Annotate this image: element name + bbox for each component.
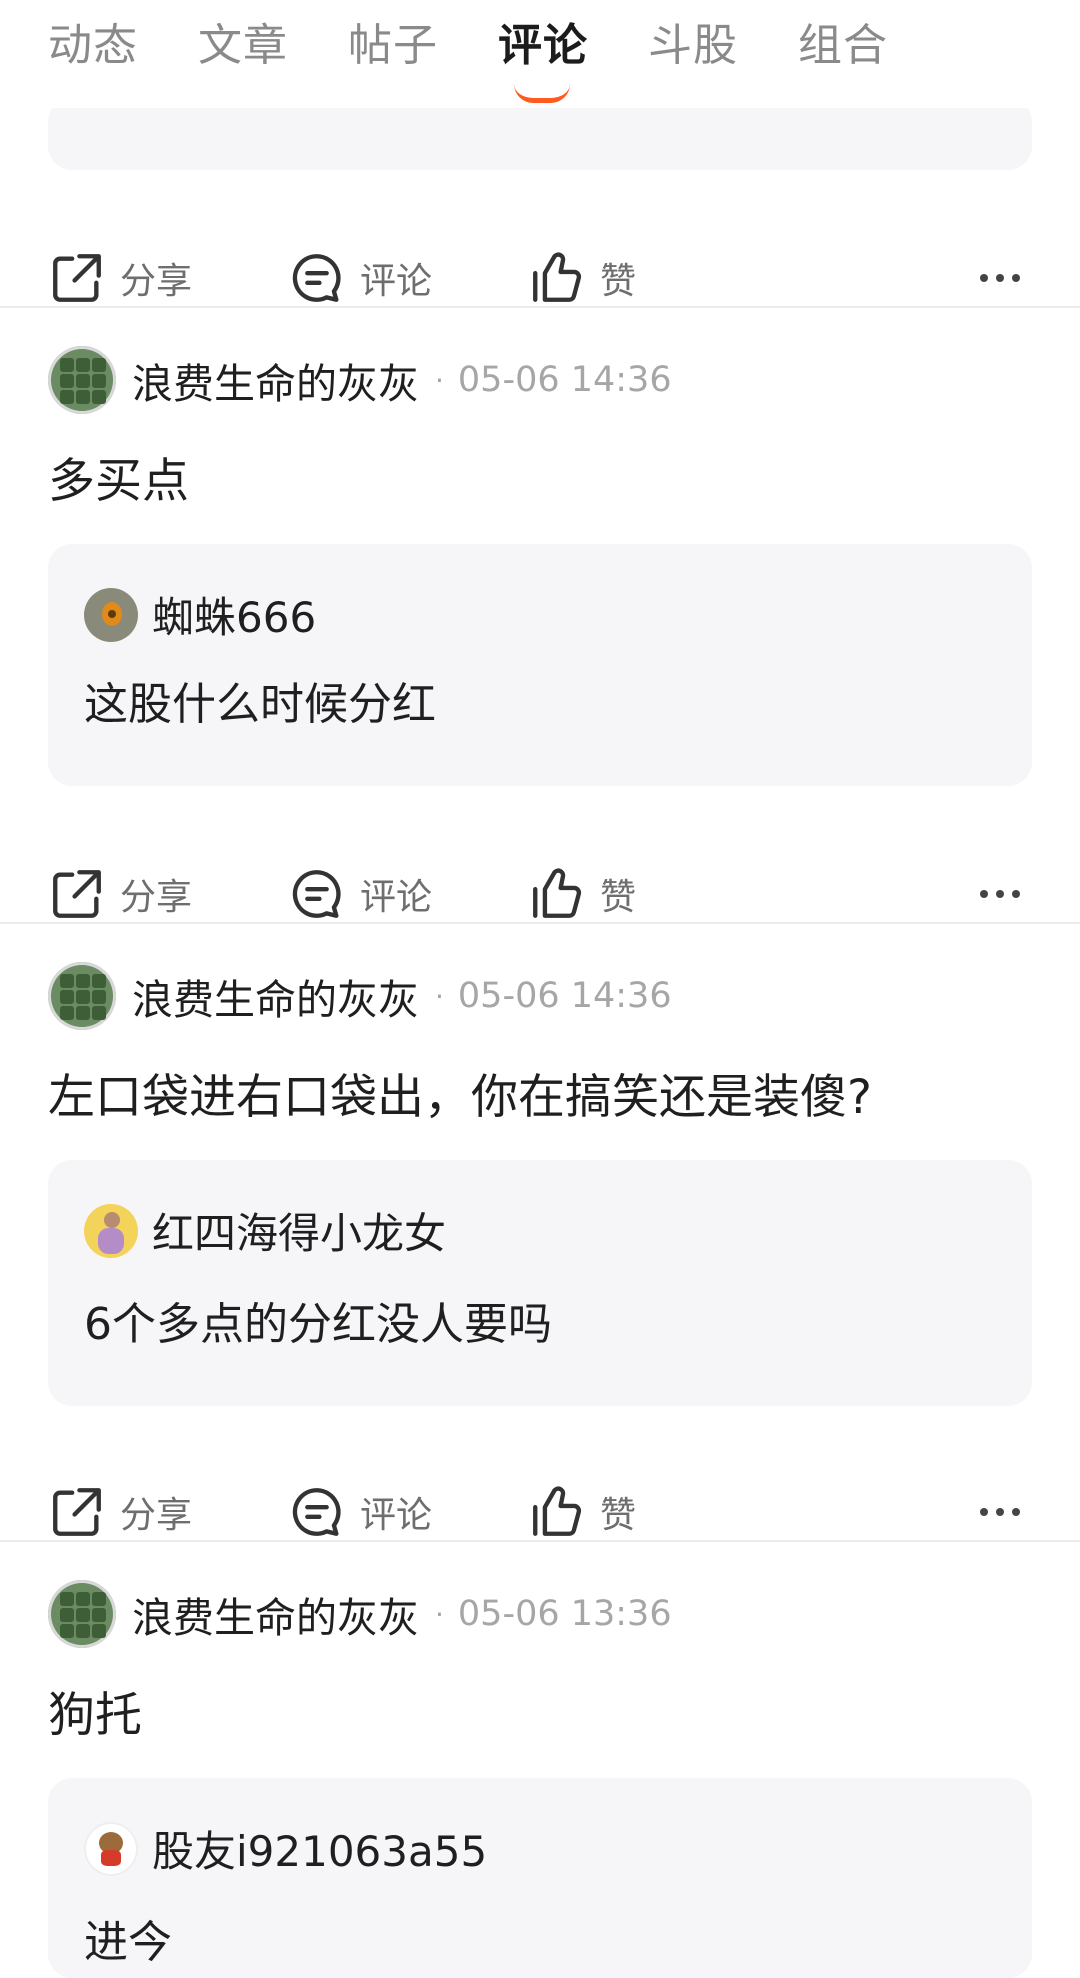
thumbs-up-icon xyxy=(533,868,582,918)
separator: · xyxy=(435,979,444,1013)
post-text[interactable]: 多买点 xyxy=(48,442,189,511)
quote-text: 6个多点的分红没人要吗 xyxy=(84,1299,552,1350)
more-button[interactable] xyxy=(976,874,1024,914)
quote-username[interactable]: 股友i921063a55 xyxy=(152,1818,487,1879)
timestamp: 05-06 14:36 xyxy=(457,976,672,1016)
quote-text: 这股什么时候分红 xyxy=(84,679,436,730)
share-icon xyxy=(53,1488,101,1536)
quote-card-partial[interactable] xyxy=(48,98,1032,170)
quote-card[interactable]: 蜘蛛666 这股什么时候分红 xyxy=(48,544,1032,786)
username[interactable]: 浪费生命的灰灰 xyxy=(132,350,419,410)
divider xyxy=(0,922,1080,924)
avatar[interactable] xyxy=(48,962,116,1030)
comment-label: 评论 xyxy=(360,877,433,918)
like-label: 赞 xyxy=(600,877,637,918)
more-icon xyxy=(980,1508,1020,1516)
avatar[interactable] xyxy=(84,1821,138,1876)
tab-tiezi[interactable]: 帖子 xyxy=(348,14,438,78)
timestamp: 05-06 13:36 xyxy=(457,1594,672,1634)
like-label: 赞 xyxy=(600,261,637,302)
like-label: 赞 xyxy=(600,1495,637,1536)
quote-header: 股友i921063a55 xyxy=(84,1818,487,1879)
quote-username[interactable]: 蜘蛛666 xyxy=(152,584,316,645)
post-header: 浪费生命的灰灰 · 05-06 14:36 xyxy=(48,344,672,416)
share-icon xyxy=(53,870,101,918)
post-text[interactable]: 左口袋进右口袋出，你在搞笑还是装傻? xyxy=(48,1058,872,1127)
separator: · xyxy=(435,363,444,397)
share-label: 分享 xyxy=(120,261,193,302)
post-header: 浪费生命的灰灰 · 05-06 14:36 xyxy=(48,960,672,1032)
quote-header: 红四海得小龙女 xyxy=(84,1200,446,1261)
share-label: 分享 xyxy=(120,877,193,918)
avatar[interactable] xyxy=(84,587,138,642)
more-button[interactable] xyxy=(976,258,1024,298)
avatar[interactable] xyxy=(48,346,116,414)
tab-wenzhang[interactable]: 文章 xyxy=(198,14,288,78)
comment-icon xyxy=(292,254,341,302)
divider xyxy=(0,1540,1080,1542)
quote-card[interactable]: 红四海得小龙女 6个多点的分红没人要吗 xyxy=(48,1160,1032,1406)
more-icon xyxy=(980,274,1020,282)
avatar[interactable] xyxy=(84,1203,138,1258)
tab-zuhe[interactable]: 组合 xyxy=(798,14,888,78)
more-icon xyxy=(980,890,1020,898)
tab-pinglun[interactable]: 评论 xyxy=(498,14,588,78)
tab-dongtai[interactable]: 动态 xyxy=(48,14,138,78)
quote-text: 进今 xyxy=(84,1917,172,1968)
thumbs-up-icon xyxy=(533,252,582,302)
share-icon xyxy=(53,254,101,302)
tab-dougu[interactable]: 斗股 xyxy=(648,14,738,78)
username[interactable]: 浪费生命的灰灰 xyxy=(132,1584,419,1644)
comment-icon xyxy=(292,1488,341,1536)
quote-header: 蜘蛛666 xyxy=(84,584,316,645)
post-header: 浪费生命的灰灰 · 05-06 13:36 xyxy=(48,1578,672,1650)
comment-icon xyxy=(292,870,341,918)
divider xyxy=(0,306,1080,308)
share-label: 分享 xyxy=(120,1495,193,1536)
comment-label: 评论 xyxy=(360,1495,433,1536)
quote-card[interactable]: 股友i921063a55 进今 xyxy=(48,1778,1032,1978)
quote-username[interactable]: 红四海得小龙女 xyxy=(152,1200,446,1261)
separator: · xyxy=(435,1597,444,1631)
thumbs-up-icon xyxy=(533,1486,582,1536)
username[interactable]: 浪费生命的灰灰 xyxy=(132,966,419,1026)
timestamp: 05-06 14:36 xyxy=(457,360,672,400)
avatar[interactable] xyxy=(48,1580,116,1648)
post-text[interactable]: 狗托 xyxy=(48,1676,142,1745)
tab-bar: 动态 文章 帖子 评论 斗股 组合 xyxy=(0,0,1080,108)
active-tab-indicator xyxy=(514,84,570,103)
more-button[interactable] xyxy=(976,1492,1024,1532)
comment-label: 评论 xyxy=(360,261,433,302)
